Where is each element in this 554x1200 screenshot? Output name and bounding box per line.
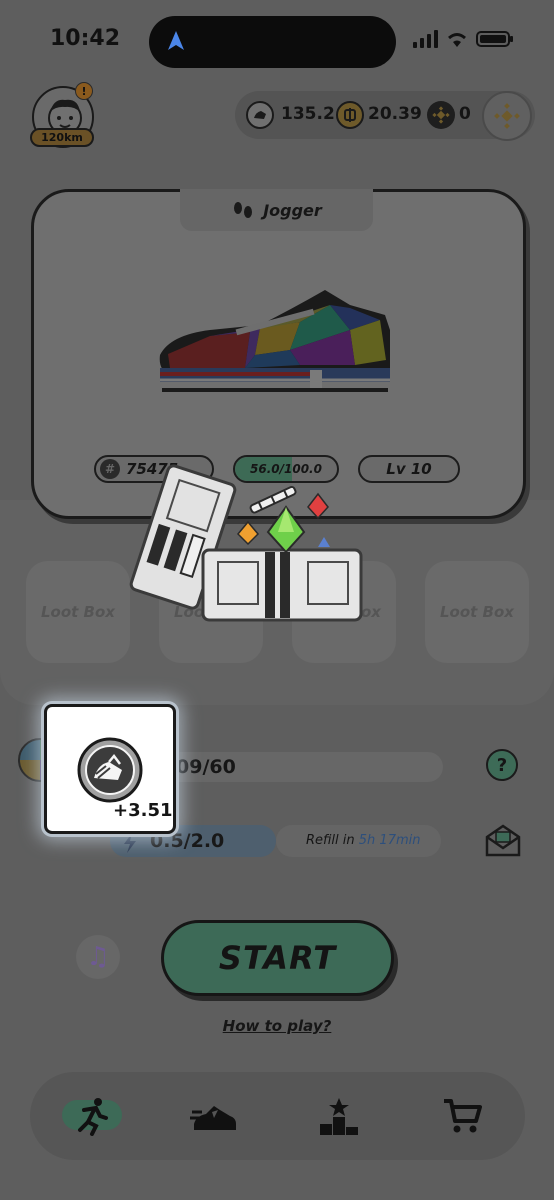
- refill-label: Refill in: [306, 833, 355, 848]
- tab-sneakers[interactable]: [184, 1094, 244, 1138]
- wifi-icon: [448, 33, 466, 47]
- energy-value: 09/60: [176, 756, 236, 778]
- music-note-icon: ♫: [86, 942, 110, 972]
- distance-badge: 120km: [30, 128, 94, 147]
- bnb-balance: 0: [459, 104, 471, 124]
- refill-time: 5h 17min: [358, 833, 421, 848]
- opened-loot-box-illustration: [129, 464, 363, 622]
- location-arrow-icon: [168, 31, 184, 50]
- gmt-balance: 20.39: [368, 104, 422, 124]
- wallet-button[interactable]: [482, 91, 532, 141]
- status-time: 10:42: [50, 26, 121, 51]
- footprints-icon: [234, 202, 253, 218]
- loot-box-slot-1[interactable]: Loot Box: [26, 561, 130, 663]
- level-pill: Lv 10: [358, 455, 460, 483]
- gst-coin-icon: [77, 737, 143, 803]
- start-button[interactable]: START: [161, 920, 394, 996]
- mail-icon[interactable]: [484, 822, 522, 858]
- tab-marketplace[interactable]: [432, 1094, 492, 1138]
- reward-amount: +3.51: [113, 800, 173, 821]
- tab-leaderboard[interactable]: [309, 1094, 369, 1138]
- runner-icon: [78, 1098, 108, 1136]
- battery-icon: [476, 31, 513, 47]
- refill-timer: Refill in 5h 17min: [306, 833, 420, 848]
- hash-icon: #: [100, 459, 120, 479]
- tab-run[interactable]: [62, 1094, 122, 1138]
- music-button[interactable]: ♫: [76, 935, 120, 979]
- status-icons: [412, 30, 514, 48]
- sneaker-type-tab: Jogger: [180, 189, 373, 231]
- cart-icon: [444, 1099, 482, 1133]
- sneaker-image: [159, 290, 390, 392]
- sneaker-icon: [190, 1106, 236, 1130]
- bnb-logo-icon: [494, 103, 520, 129]
- notification-badge: !: [75, 82, 93, 100]
- help-button[interactable]: ?: [486, 749, 518, 781]
- how-to-play-link[interactable]: How to play?: [0, 1017, 554, 1035]
- podium-icon: [320, 1098, 358, 1135]
- dynamic-island: [149, 16, 396, 68]
- bolt-icon: [124, 833, 136, 853]
- gst-balance: 135.2: [281, 104, 335, 124]
- gst-token-icon: [246, 101, 274, 129]
- sneaker-type-label: Jogger: [263, 200, 322, 220]
- loot-box-slot-4[interactable]: Loot Box: [425, 561, 529, 663]
- bnb-token-icon: [427, 101, 455, 129]
- signal-icon: [413, 30, 438, 48]
- gmt-token-icon: [336, 101, 364, 129]
